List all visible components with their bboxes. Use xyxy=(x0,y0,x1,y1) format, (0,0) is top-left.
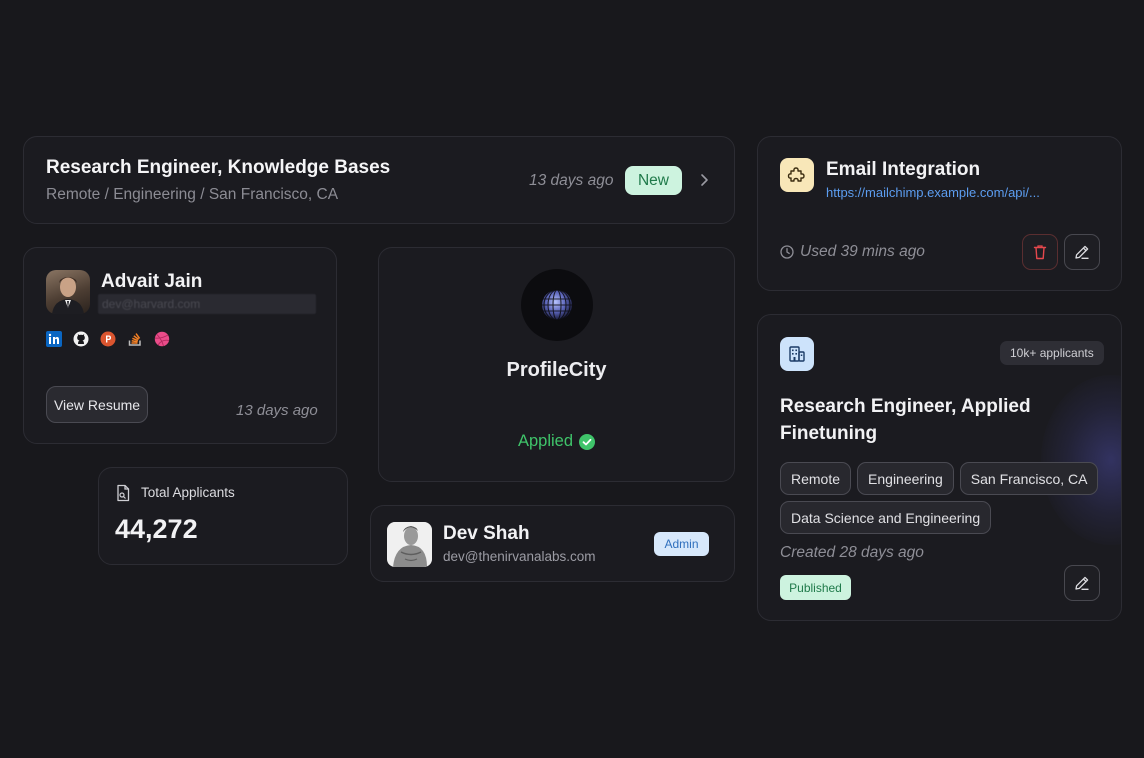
chevron-right-icon[interactable] xyxy=(696,170,714,190)
clock-icon xyxy=(780,245,794,259)
tag-list: Remote Engineering San Francisco, CA Dat… xyxy=(780,462,1100,534)
integration-title: Email Integration xyxy=(826,159,981,180)
puzzle-icon xyxy=(780,158,814,192)
posted-time: 13 days ago xyxy=(529,172,614,189)
member-card: Dev Shah dev@thenirvanalabs.com Admin xyxy=(370,505,735,582)
tag: San Francisco, CA xyxy=(959,462,1099,495)
document-icon xyxy=(117,484,130,502)
pencil-icon xyxy=(1075,576,1089,590)
stackoverflow-icon[interactable] xyxy=(127,331,143,347)
job-title: Research Engineer, Knowledge Bases xyxy=(46,157,391,178)
trash-icon xyxy=(1033,245,1047,260)
company-card[interactable]: ProfileCity Applied xyxy=(378,247,735,482)
avatar xyxy=(387,522,432,567)
dribbble-icon[interactable] xyxy=(154,331,170,347)
status-badge: Published xyxy=(780,575,851,600)
linkedin-icon[interactable] xyxy=(46,331,62,347)
tag: Data Science and Engineering xyxy=(780,501,992,534)
globe-icon xyxy=(542,289,572,321)
last-used-text: Used 39 mins ago xyxy=(800,243,925,260)
candidate-card: Advait Jain dev@harvard.com View Resume … xyxy=(23,247,337,444)
total-applicants-card: Total Applicants 44,272 xyxy=(98,467,348,565)
company-logo xyxy=(521,269,593,341)
tag: Engineering xyxy=(857,462,954,495)
view-resume-button[interactable]: View Resume xyxy=(46,386,148,423)
applied-time: 13 days ago xyxy=(236,402,318,419)
role-badge: Admin xyxy=(654,532,709,556)
pencil-icon xyxy=(1075,245,1089,259)
integration-url-link[interactable]: https://mailchimp.example.com/api/... xyxy=(826,185,1040,200)
social-links xyxy=(46,331,170,347)
company-name: ProfileCity xyxy=(506,359,607,381)
avatar xyxy=(46,270,90,314)
candidate-name: Advait Jain xyxy=(101,271,203,292)
candidate-email-redacted: dev@harvard.com xyxy=(98,294,316,314)
tag: Remote xyxy=(780,462,852,495)
new-badge: New xyxy=(625,166,682,195)
status-label: Applied xyxy=(517,432,574,450)
integration-card: Email Integration https://mailchimp.exam… xyxy=(757,136,1122,291)
edit-button[interactable] xyxy=(1064,234,1100,270)
edit-button[interactable] xyxy=(1064,565,1100,601)
job-card[interactable]: 10k+ applicants Research Engineer, Appli… xyxy=(757,314,1122,621)
delete-button[interactable] xyxy=(1022,234,1058,270)
created-time: Created 28 days ago xyxy=(780,544,924,561)
producthunt-icon[interactable] xyxy=(100,331,116,347)
job-row-card[interactable]: Research Engineer, Knowledge Bases Remot… xyxy=(23,136,735,224)
job-meta: Remote / Engineering / San Francisco, CA xyxy=(46,186,339,203)
job-title: Research Engineer, Applied Finetuning xyxy=(780,396,1031,444)
last-used: Used 39 mins ago xyxy=(780,243,925,261)
member-name: Dev Shah xyxy=(443,523,530,544)
building-icon xyxy=(780,337,814,371)
total-applicants-label: Total Applicants xyxy=(141,485,235,500)
check-circle-icon xyxy=(579,433,596,450)
total-applicants-value: 44,272 xyxy=(115,514,198,544)
github-icon[interactable] xyxy=(73,331,89,347)
application-status: Applied xyxy=(379,432,734,451)
member-email: dev@thenirvanalabs.com xyxy=(443,549,596,564)
applicants-badge: 10k+ applicants xyxy=(1000,341,1104,365)
